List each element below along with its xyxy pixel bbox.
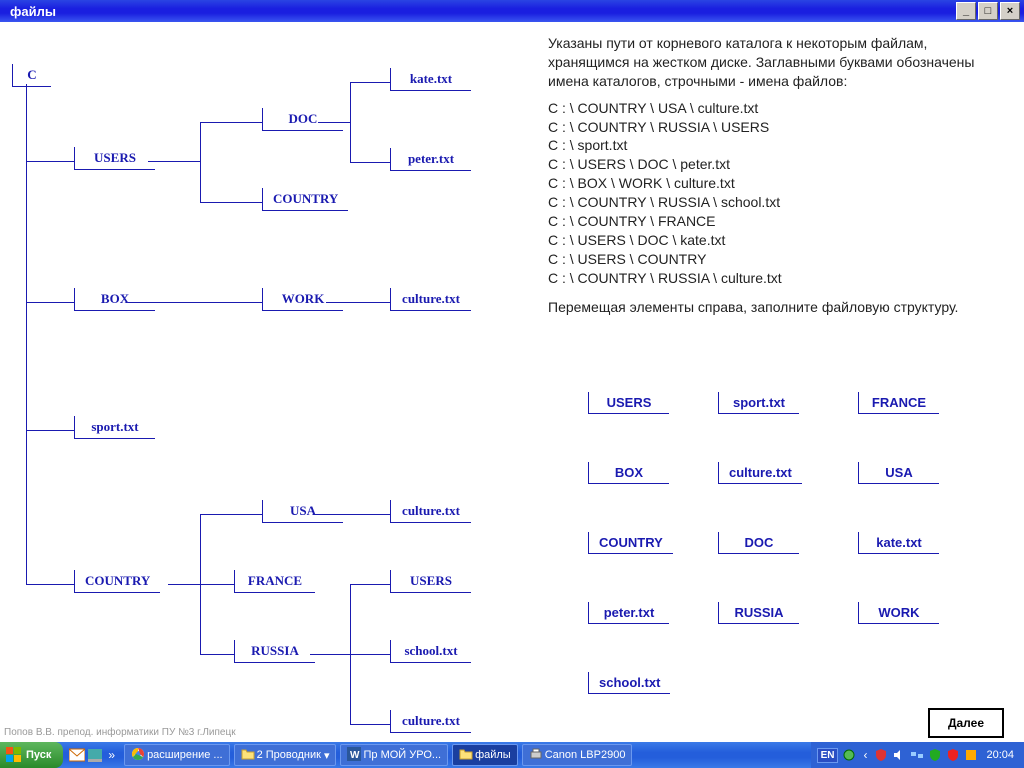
author-footnote: Попов В.В. препод. информатики ПУ №3 г.Л…: [4, 727, 236, 738]
root-node[interactable]: C: [12, 64, 51, 87]
system-tray: EN ‹ 20:04: [811, 742, 1024, 768]
drag-item[interactable]: DOC: [718, 532, 799, 554]
node-peter[interactable]: peter.txt: [390, 148, 471, 171]
path-list: C : \ COUNTRY \ USA \ culture.txt C : \ …: [548, 99, 988, 288]
node-kate[interactable]: kate.txt: [390, 68, 471, 91]
description-panel: Указаны пути от корневого каталога к нек…: [548, 34, 988, 316]
node-russia[interactable]: RUSSIA: [234, 640, 315, 663]
antivirus-icon[interactable]: [928, 748, 942, 762]
node-culture-russia[interactable]: culture.txt: [390, 710, 471, 733]
taskbar-item[interactable]: 2 Проводник ▾: [234, 744, 337, 766]
node-country-users[interactable]: COUNTRY: [262, 188, 348, 211]
drag-item[interactable]: school.txt: [588, 672, 670, 694]
node-box[interactable]: BOX: [74, 288, 155, 311]
drag-item[interactable]: peter.txt: [588, 602, 669, 624]
window-title: файлы: [4, 4, 954, 19]
taskbar-item[interactable]: W Пр МОЙ УРО...: [340, 744, 448, 766]
path-line: C : \ COUNTRY \ RUSSIA \ culture.txt: [548, 269, 988, 288]
path-line: C : \ USERS \ COUNTRY: [548, 250, 988, 269]
printer-icon: [529, 747, 545, 763]
path-line: C : \ COUNTRY \ FRANCE: [548, 212, 988, 231]
volume-icon[interactable]: [892, 748, 906, 762]
node-culture-work[interactable]: culture.txt: [390, 288, 471, 311]
node-work[interactable]: WORK: [262, 288, 343, 311]
folder-open-icon: [459, 747, 475, 763]
path-line: C : \ USERS \ DOC \ peter.txt: [548, 155, 988, 174]
chrome-icon: [131, 747, 147, 763]
start-label: Пуск: [26, 749, 51, 761]
desktop-icon[interactable]: [87, 747, 103, 763]
drag-item[interactable]: kate.txt: [858, 532, 939, 554]
word-icon: W: [347, 747, 363, 763]
drag-item[interactable]: WORK: [858, 602, 939, 624]
shield-icon[interactable]: [874, 748, 888, 762]
minimize-button[interactable]: _: [956, 2, 976, 20]
chevron-down-icon: ▾: [324, 749, 330, 762]
taskbar-clock[interactable]: 20:04: [982, 749, 1018, 761]
path-line: C : \ BOX \ WORK \ culture.txt: [548, 174, 988, 193]
taskbar: Пуск » расширение ... 2 Проводник ▾ W Пр…: [0, 742, 1024, 768]
taskbar-item-label: расширение ...: [147, 749, 223, 761]
security-icon[interactable]: [946, 748, 960, 762]
drag-item[interactable]: sport.txt: [718, 392, 799, 414]
content-area: C USERS DOC COUNTRY kate.txt peter.txt B…: [0, 22, 1024, 742]
quicklaunch-overflow-icon[interactable]: »: [105, 748, 118, 762]
quicklaunch: »: [69, 747, 118, 763]
folder-icon: [241, 747, 257, 763]
description-text: Указаны пути от корневого каталога к нек…: [548, 34, 988, 91]
path-line: C : \ COUNTRY \ RUSSIA \ USERS: [548, 118, 988, 137]
maximize-button[interactable]: □: [978, 2, 998, 20]
taskbar-item-label: файлы: [475, 749, 511, 761]
drag-item[interactable]: RUSSIA: [718, 602, 799, 624]
taskbar-item-label: 2 Проводник: [257, 749, 321, 761]
mail-icon[interactable]: [69, 747, 85, 763]
windows-logo-icon: [6, 747, 22, 763]
drag-item[interactable]: culture.txt: [718, 462, 802, 484]
node-country[interactable]: COUNTRY: [74, 570, 160, 593]
drag-item[interactable]: FRANCE: [858, 392, 939, 414]
taskbar-item-label: Canon LBP2900: [545, 749, 626, 761]
node-usa[interactable]: USA: [262, 500, 343, 523]
path-line: C : \ sport.txt: [548, 136, 988, 155]
path-line: C : \ USERS \ DOC \ kate.txt: [548, 231, 988, 250]
drag-item[interactable]: BOX: [588, 462, 669, 484]
svg-text:W: W: [350, 750, 360, 761]
drag-item[interactable]: USA: [858, 462, 939, 484]
taskbar-item-active[interactable]: файлы: [452, 744, 518, 766]
node-france[interactable]: FRANCE: [234, 570, 315, 593]
node-culture-usa[interactable]: culture.txt: [390, 500, 471, 523]
drag-item[interactable]: USERS: [588, 392, 669, 414]
taskbar-item[interactable]: Canon LBP2900: [522, 744, 633, 766]
node-users[interactable]: USERS: [74, 147, 155, 170]
tray-overflow-icon[interactable]: ‹: [860, 748, 870, 762]
next-button[interactable]: Далее: [928, 708, 1004, 738]
drag-item[interactable]: COUNTRY: [588, 532, 673, 554]
instruction-text: Перемещая элементы справа, заполните фай…: [548, 298, 988, 317]
node-sport[interactable]: sport.txt: [74, 416, 155, 439]
language-indicator[interactable]: EN: [817, 748, 839, 763]
node-school[interactable]: school.txt: [390, 640, 471, 663]
path-line: C : \ COUNTRY \ RUSSIA \ school.txt: [548, 193, 988, 212]
taskbar-item[interactable]: расширение ...: [124, 744, 230, 766]
node-users-russia[interactable]: USERS: [390, 570, 471, 593]
window-titlebar: файлы _ □ ×: [0, 0, 1024, 22]
path-line: C : \ COUNTRY \ USA \ culture.txt: [548, 99, 988, 118]
usb-icon[interactable]: [842, 748, 856, 762]
network-icon[interactable]: [910, 748, 924, 762]
close-button[interactable]: ×: [1000, 2, 1020, 20]
node-doc[interactable]: DOC: [262, 108, 343, 131]
start-button[interactable]: Пуск: [0, 742, 63, 768]
misc-icon[interactable]: [964, 748, 978, 762]
taskbar-item-label: Пр МОЙ УРО...: [363, 749, 441, 761]
